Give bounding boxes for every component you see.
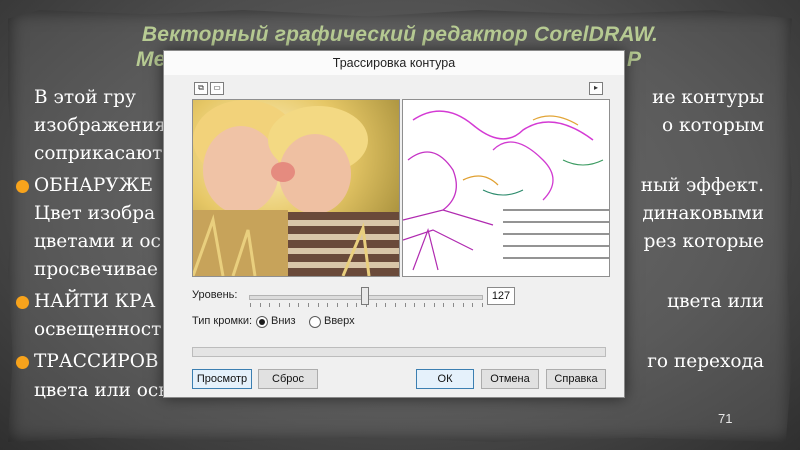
body-line-right: ный эффект. bbox=[640, 175, 764, 196]
slider-tick bbox=[404, 303, 406, 307]
slider-tick bbox=[433, 303, 435, 307]
slider-tick bbox=[269, 303, 271, 307]
trace-contour-dialog: Трассировка контура ⧉ ▭ ▸ Уровень: 127 Т… bbox=[163, 50, 625, 398]
slider-tick bbox=[482, 303, 483, 307]
slider-tick bbox=[288, 303, 290, 307]
radio-down[interactable] bbox=[256, 316, 268, 328]
slider-tick bbox=[462, 303, 464, 307]
slider-tick bbox=[308, 303, 309, 307]
level-slider-thumb[interactable] bbox=[361, 287, 369, 305]
body-line-right: рез которые bbox=[643, 231, 764, 252]
slider-tick bbox=[298, 303, 300, 307]
expand-arrow-icon[interactable]: ▸ bbox=[589, 82, 603, 95]
radio-down-label[interactable]: Вниз bbox=[271, 315, 296, 327]
body-line-right: ие контуры bbox=[652, 87, 764, 108]
preview-button[interactable]: Просмотр bbox=[192, 369, 252, 389]
slider-tick bbox=[414, 303, 416, 307]
slider-tick bbox=[395, 303, 396, 307]
slider-tick bbox=[259, 303, 261, 307]
slider-tick bbox=[424, 303, 425, 307]
slider-tick bbox=[317, 303, 319, 307]
cancel-button[interactable]: Отмена bbox=[481, 369, 539, 389]
reset-button[interactable]: Сброс bbox=[258, 369, 318, 389]
title-line2-left: Ме bbox=[136, 48, 166, 71]
level-value-field[interactable]: 127 bbox=[487, 287, 515, 305]
traced-preview-pane bbox=[402, 99, 610, 277]
bullet-icon bbox=[16, 296, 29, 309]
original-preview-pane bbox=[192, 99, 400, 277]
ok-button[interactable]: ОК bbox=[416, 369, 474, 389]
radio-up-label[interactable]: Вверх bbox=[324, 315, 355, 327]
progress-bar bbox=[192, 347, 606, 357]
slider-tick bbox=[346, 303, 348, 307]
side-by-side-view-icon[interactable]: ⧉ bbox=[194, 82, 208, 95]
body-line-right: о которым bbox=[661, 115, 764, 136]
body-line-right: динаковыми bbox=[642, 203, 764, 224]
radio-up[interactable] bbox=[309, 316, 321, 328]
single-view-icon[interactable]: ▭ bbox=[210, 82, 224, 95]
slider-tick bbox=[356, 303, 358, 307]
slider-tick bbox=[375, 303, 377, 307]
slider-tick bbox=[250, 303, 251, 307]
slider-tick bbox=[279, 303, 280, 307]
dialog-title: Трассировка контура bbox=[332, 56, 456, 70]
slider-tick bbox=[337, 303, 338, 307]
edge-type-label: Тип кромки: bbox=[192, 315, 253, 327]
slider-tick bbox=[385, 303, 387, 307]
page-number: 71 bbox=[718, 411, 733, 426]
slider-tick bbox=[327, 303, 329, 307]
slide-title: Векторный графический редактор CorelDRAW… bbox=[141, 23, 659, 46]
body-line-right: го перехода bbox=[647, 351, 764, 372]
dialog-titlebar[interactable]: Трассировка контура bbox=[164, 51, 624, 75]
slider-tick bbox=[443, 303, 445, 307]
traced-outline-image bbox=[403, 100, 609, 276]
slider-tick bbox=[472, 303, 474, 307]
help-button[interactable]: Справка bbox=[546, 369, 606, 389]
level-label: Уровень: bbox=[192, 289, 238, 301]
title-line2-right: Р bbox=[627, 48, 642, 71]
bullet-icon bbox=[16, 356, 29, 369]
bullet-icon bbox=[16, 180, 29, 193]
original-photo bbox=[193, 100, 399, 276]
body-line-right: цвета или bbox=[667, 291, 764, 312]
slider-tick bbox=[453, 303, 454, 307]
